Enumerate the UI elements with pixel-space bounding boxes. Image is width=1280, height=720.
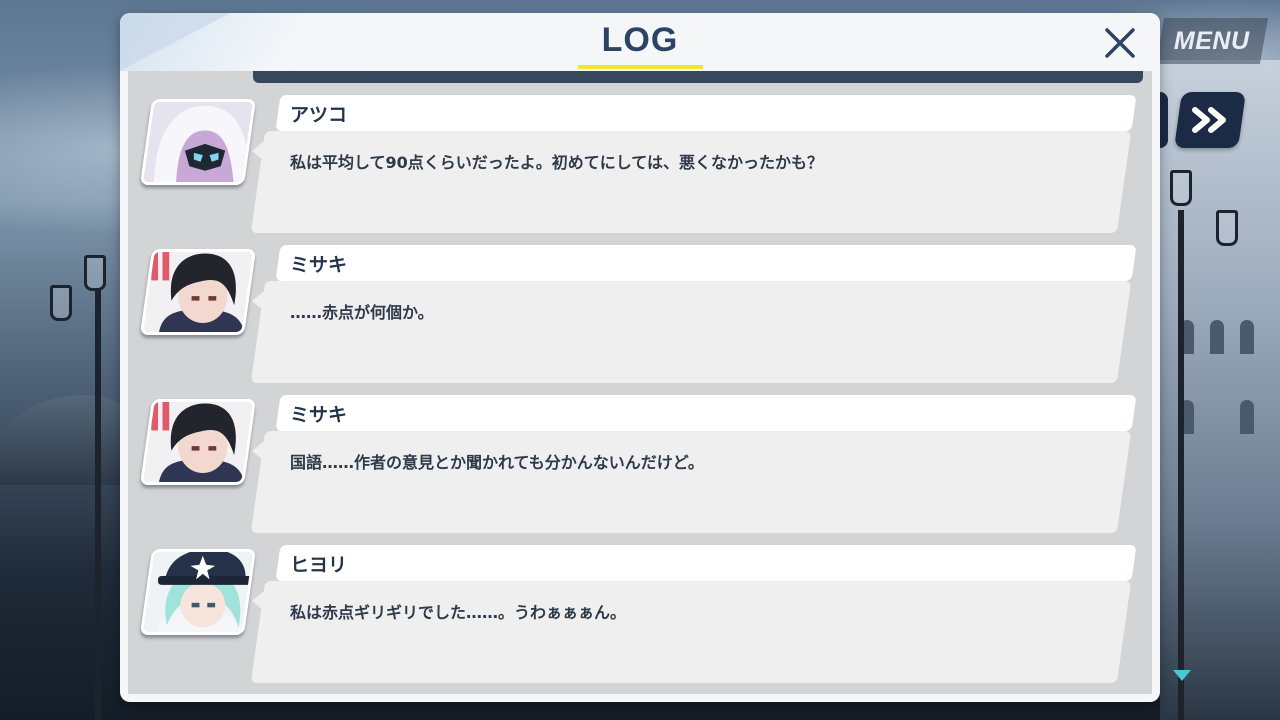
- background-street-lamp: [95, 290, 101, 720]
- dialogue-text: 私は赤点ギリギリでした……。うわぁぁぁん。: [290, 603, 627, 622]
- log-entry: ヒヨリ 私は赤点ギリギリでした……。うわぁぁぁん。: [128, 535, 1152, 685]
- lamp-lantern-icon: [84, 255, 106, 291]
- scroll-down-arrow-icon[interactable]: [1173, 670, 1191, 681]
- lamp-lantern-icon: [1216, 210, 1238, 246]
- skip-button[interactable]: [1174, 92, 1246, 148]
- lamp-lantern-icon: [1170, 170, 1192, 206]
- dialogue-pointer: [252, 291, 264, 311]
- background-street-lamp: [1178, 210, 1184, 720]
- speaker-name-card: [275, 545, 1137, 581]
- dialogue-card: [250, 431, 1132, 533]
- dialogue-pointer: [252, 141, 264, 161]
- menu-button[interactable]: MENU: [1155, 18, 1269, 64]
- log-entry: ミサキ 国語……作者の意見とか聞かれても分かんないんだけど。: [128, 385, 1152, 535]
- speaker-name: ミサキ: [290, 404, 348, 426]
- speaker-name: ミサキ: [290, 254, 348, 276]
- log-panel: LOG アツコ 私は平均して90点くらいだったよ。初めてにしては、悪くなかったか…: [120, 13, 1160, 702]
- atsuko-portrait: [139, 99, 257, 185]
- close-button[interactable]: [1100, 23, 1140, 63]
- misaki-portrait: [139, 249, 257, 335]
- dialogue-text: 国語……作者の意見とか聞かれても分かんないんだけど。: [290, 453, 704, 472]
- close-icon: [1105, 28, 1135, 58]
- speaker-name-card: [275, 95, 1137, 131]
- hiyori-portrait: [139, 549, 257, 635]
- menu-label: MENU: [1174, 26, 1250, 55]
- log-header: LOG: [120, 13, 1160, 71]
- speaker-name-card: [275, 245, 1137, 281]
- speaker-name-card: [275, 395, 1137, 431]
- speaker-name: アツコ: [290, 104, 348, 126]
- previous-entry-edge: [253, 71, 1143, 83]
- dialogue-text: 私は平均して90点くらいだったよ。初めてにしては、悪くなかったかも？: [290, 153, 823, 172]
- log-title: LOG: [601, 21, 679, 59]
- fast-forward-icon: [1192, 107, 1226, 133]
- dialogue-card: [250, 281, 1132, 383]
- log-entry: アツコ 私は平均して90点くらいだったよ。初めてにしては、悪くなかったかも？: [128, 85, 1152, 235]
- dialogue-pointer: [252, 591, 264, 611]
- dialogue-text: ……赤点が何個か。: [290, 303, 434, 322]
- dialogue-card: [250, 581, 1132, 683]
- lamp-lantern-icon: [50, 285, 72, 321]
- misaki-portrait: [139, 399, 257, 485]
- log-entry: ミサキ ……赤点が何個か。: [128, 235, 1152, 385]
- dialogue-pointer: [252, 441, 264, 461]
- title-underline: [578, 65, 703, 69]
- log-list[interactable]: アツコ 私は平均して90点くらいだったよ。初めてにしては、悪くなかったかも？ ミ…: [128, 71, 1152, 694]
- speaker-name: ヒヨリ: [290, 554, 348, 576]
- dialogue-card: [250, 131, 1132, 233]
